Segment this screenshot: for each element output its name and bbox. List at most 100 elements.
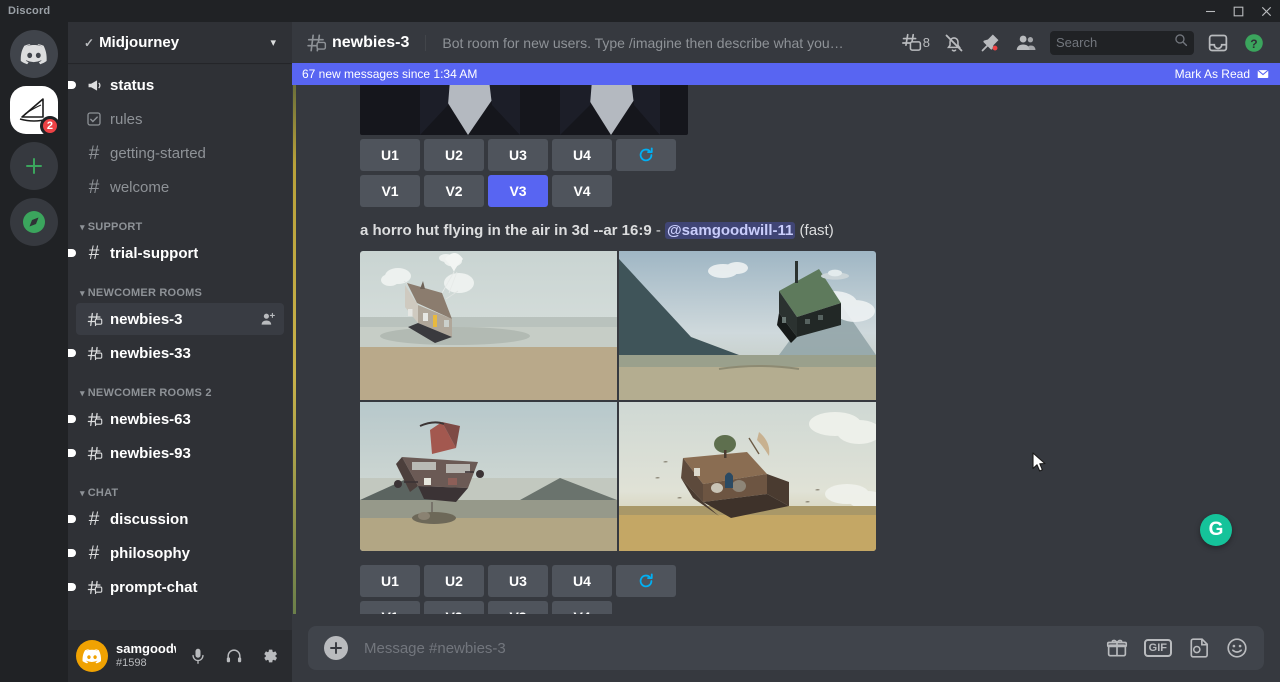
channel-scroll-area[interactable]: recent-changes status rules # (68, 63, 292, 630)
upscale-button-u3[interactable]: U3 (488, 139, 548, 171)
grammarly-button[interactable]: G (1200, 514, 1232, 546)
sidebar-channel-getting-started[interactable]: # getting-started (76, 137, 284, 169)
sidebar-channel-welcome[interactable]: # welcome (76, 171, 284, 203)
sidebar-channel-prompt-chat[interactable]: prompt-chat (76, 571, 284, 603)
message-list[interactable]: U1 U2 U3 U4 V1 V2 V3 V4 (292, 85, 1280, 614)
channel-topic[interactable]: Bot room for new users. Type /imagine th… (425, 35, 845, 51)
variation-button-v2[interactable]: V2 (424, 175, 484, 207)
generated-image-tile-2[interactable] (619, 251, 876, 400)
message-composer: Message #newbies-3 GIF (292, 614, 1280, 682)
variation-button-v3[interactable]: V3 (488, 601, 548, 615)
variation-button-v1[interactable]: V1 (360, 601, 420, 615)
server-rail-item-add[interactable] (10, 142, 58, 190)
server-rail-item-home[interactable] (10, 30, 58, 78)
generated-image-tile-1[interactable] (360, 251, 617, 400)
gift-button[interactable] (1106, 637, 1128, 659)
chevron-down-icon[interactable]: ▾ (270, 36, 276, 49)
sidebar-channel-trial-support[interactable]: # trial-support (76, 237, 284, 269)
maximize-button[interactable] (1224, 0, 1252, 22)
upscale-button-u1[interactable]: U1 (360, 565, 420, 597)
threads-button[interactable] (893, 27, 929, 59)
upscale-button-u2[interactable]: U2 (424, 565, 484, 597)
sidebar-channel-newbies-93[interactable]: newbies-93 (76, 437, 284, 469)
sidebar-channel-label: newbies-33 (110, 345, 191, 362)
search-input[interactable]: Search (1056, 35, 1174, 50)
unread-dot (68, 549, 76, 557)
sidebar-channel-newbies-3[interactable]: newbies-3 (76, 303, 284, 335)
generated-image-grid[interactable] (360, 251, 876, 551)
unread-dot (68, 449, 76, 457)
upscale-button-u4[interactable]: U4 (552, 139, 612, 171)
minimize-button[interactable] (1196, 0, 1224, 22)
sidebar-category-chat[interactable]: ▾ CHAT (76, 471, 284, 503)
emoji-button[interactable] (1226, 637, 1248, 659)
sticker-button[interactable] (1188, 637, 1210, 659)
chevron-down-icon: ▾ (80, 222, 85, 233)
upscale-button-u4[interactable]: U4 (552, 565, 612, 597)
app-brand-label: Discord (0, 5, 50, 17)
message-list-inner: U1 U2 U3 U4 V1 V2 V3 V4 (292, 85, 1280, 614)
message-input-container[interactable]: Message #newbies-3 GIF (308, 626, 1264, 670)
upscale-button-row: U1 U2 U3 U4 (360, 135, 1280, 171)
headphones-button[interactable] (220, 642, 248, 670)
add-member-icon[interactable] (260, 311, 276, 327)
user-info[interactable]: samgoodw... #1598 (116, 642, 176, 669)
sidebar-channel-status[interactable]: status (76, 69, 284, 101)
message-previous: U1 U2 U3 U4 V1 V2 V3 V4 (292, 85, 1280, 207)
server-rail-item-explore[interactable] (10, 198, 58, 246)
server-header[interactable]: ✓ Midjourney ▾ (68, 22, 292, 63)
upscale-button-u3[interactable]: U3 (488, 565, 548, 597)
verified-check-icon: ✓ (84, 36, 94, 50)
sidebar-channel-recent-changes[interactable]: recent-changes (76, 63, 284, 67)
sidebar-category-newcomer-rooms[interactable]: ▾ NEWCOMER ROOMS (76, 271, 284, 303)
inbox-button[interactable] (1200, 27, 1236, 59)
sticker-icon (1188, 637, 1210, 659)
server-rail-item-midjourney[interactable]: 2 (10, 86, 58, 134)
help-button[interactable]: ? (1236, 27, 1272, 59)
message-input[interactable]: Message #newbies-3 (364, 640, 1090, 657)
avatar[interactable] (76, 640, 108, 672)
pinned-messages-button[interactable] (972, 27, 1008, 59)
sidebar-channel-newbies-63[interactable]: newbies-63 (76, 403, 284, 435)
attach-file-button[interactable] (324, 636, 348, 660)
add-server-button[interactable] (10, 142, 58, 190)
member-list-button[interactable] (1008, 27, 1044, 59)
close-button[interactable] (1252, 0, 1280, 22)
variation-button-v4[interactable]: V4 (552, 175, 612, 207)
title-bar: Discord (0, 0, 1280, 22)
variation-button-v1[interactable]: V1 (360, 175, 420, 207)
variation-button-v2[interactable]: V2 (424, 601, 484, 615)
microphone-button[interactable] (184, 642, 212, 670)
sidebar-channel-philosophy[interactable]: # philosophy (76, 537, 284, 569)
user-settings-button[interactable] (256, 642, 284, 670)
variation-button-v3[interactable]: V3 (488, 175, 548, 207)
generated-image-tile-4[interactable] (619, 402, 876, 551)
channel-title: newbies-3 (332, 34, 409, 52)
reroll-button[interactable] (616, 565, 676, 597)
explore-servers-button[interactable] (10, 198, 58, 246)
sidebar-channel-label: welcome (110, 179, 169, 196)
sidebar-channel-discussion[interactable]: # discussion (76, 503, 284, 535)
sidebar-category-newcomer-rooms-2[interactable]: ▾ NEWCOMER ROOMS 2 (76, 371, 284, 403)
message-image-partial[interactable] (360, 85, 688, 135)
search-box[interactable]: Search (1050, 31, 1194, 55)
chevron-down-icon: ▾ (80, 288, 85, 299)
sidebar-channel-rules[interactable]: rules (76, 103, 284, 135)
generated-image-tile-3[interactable] (360, 402, 617, 551)
notification-settings-button[interactable] (936, 27, 972, 59)
variation-button-v4[interactable]: V4 (552, 601, 612, 615)
emoji-icon (1226, 637, 1248, 659)
new-messages-banner[interactable]: 67 new messages since 1:34 AM Mark As Re… (292, 63, 1280, 85)
user-mention[interactable]: @samgoodwill-11 (665, 222, 795, 239)
discord-home-button[interactable] (10, 30, 58, 78)
search-icon (1174, 33, 1188, 52)
mark-as-read-button[interactable]: Mark As Read (1175, 67, 1270, 81)
upscale-button-u1[interactable]: U1 (360, 139, 420, 171)
sidebar-channel-label: prompt-chat (110, 579, 198, 596)
help-icon: ? (1243, 32, 1265, 54)
gif-button[interactable]: GIF (1144, 639, 1172, 657)
upscale-button-u2[interactable]: U2 (424, 139, 484, 171)
reroll-button[interactable] (616, 139, 676, 171)
sidebar-channel-newbies-33[interactable]: newbies-33 (76, 337, 284, 369)
sidebar-category-support[interactable]: ▾ SUPPORT (76, 205, 284, 237)
